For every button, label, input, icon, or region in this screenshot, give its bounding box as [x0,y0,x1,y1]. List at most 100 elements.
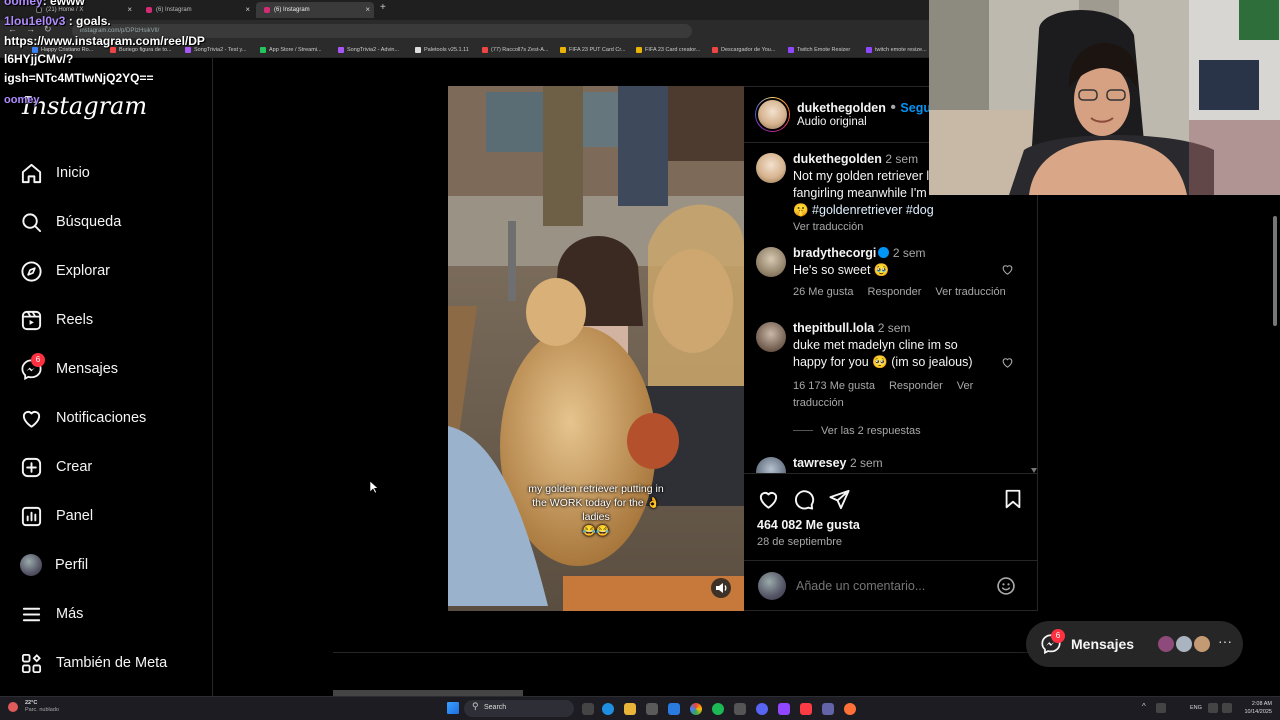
sidebar-item-crear[interactable]: Crear [20,453,200,481]
tab-label: (6) Instagram [156,7,192,13]
tab-instagram-active[interactable]: (6) Instagram × [256,2,374,18]
replies-divider [793,430,813,431]
avatar[interactable] [756,457,786,473]
share-icon[interactable] [828,488,851,511]
caption-hashtags[interactable]: 🤫 #goldenretriever #dog [793,202,1026,219]
sidebar-item-label: Explorar [56,263,110,279]
like-comment-icon[interactable] [1001,356,1014,369]
mail-icon[interactable] [668,703,680,715]
webcam-overlay [929,0,1280,195]
close-icon[interactable]: × [127,2,132,18]
bookmark-item[interactable]: Descargador de You... [712,44,775,56]
volume-icon[interactable] [1222,703,1232,713]
edge-icon[interactable] [602,703,614,715]
messages-pill[interactable]: 6 Mensajes ··· [1026,621,1243,667]
sidebar-item-perfil[interactable]: Perfil [20,551,200,579]
network-icon[interactable] [1208,703,1218,713]
sidebar-item-notificaciones[interactable]: Notificaciones [20,404,200,432]
avatar[interactable] [756,247,786,277]
language-indicator[interactable]: ENG [1190,705,1202,711]
reel-caption-line: the WORK today for the 👌 [532,497,660,509]
sidebar-item-panel[interactable]: Panel [20,502,200,530]
comment-likes[interactable]: 26 Me gusta [793,286,854,298]
sidebar-item-mas[interactable]: Más [20,600,200,628]
comment-likes[interactable]: 16 173 Me gusta [793,380,875,392]
sidebar-item-tambien-de-meta[interactable]: También de Meta [20,649,200,677]
mute-button[interactable] [711,578,731,598]
chrome-icon[interactable] [690,703,702,715]
smile-icon[interactable] [996,576,1016,596]
reel-caption-line: ladies [582,511,610,523]
view-replies-button[interactable]: Ver las 2 respuestas [793,423,1026,440]
bookmark-item[interactable]: (77) Raccoll7s Zest-A... [482,44,548,56]
save-icon[interactable] [1002,488,1024,510]
chart-icon [21,506,42,526]
more-icon: ··· [1218,633,1232,649]
post-header-title: dukethegolden • Seguir [797,99,939,117]
bookmark-item[interactable]: Twitch Emote Resizer [788,44,850,56]
sidebar-item-label: Perfil [55,557,89,573]
sidebar-item-explorar[interactable]: Explorar [20,257,200,285]
translate-link[interactable]: Ver traducción [793,219,1026,236]
tab-instagram-1[interactable]: (6) Instagram × [138,2,254,18]
avatar[interactable] [755,97,790,132]
like-icon[interactable] [757,488,780,511]
discord-icon[interactable] [756,703,768,715]
windows-start-icon[interactable] [447,702,459,714]
reel-video[interactable]: my golden retriever putting in the WORK … [448,86,744,611]
file-explorer-icon[interactable] [624,703,636,715]
avatar [20,554,42,576]
instagram-logo[interactable]: Instagram [22,92,147,120]
weather-widget[interactable]: 22°C Parc. nublado [25,700,59,714]
comment-username[interactable]: dukethegolden [793,152,882,166]
comment-username[interactable]: tawresey [793,456,847,470]
sidebar-item-label: Notificaciones [56,410,147,426]
music-icon[interactable] [800,703,812,715]
weather-icon [8,702,18,712]
sidebar-item-busqueda[interactable]: Búsqueda [20,208,200,236]
new-tab-button[interactable]: + [380,2,386,13]
sidebar-item-inicio[interactable]: Inicio [20,159,200,187]
audio-label[interactable]: Audio original [797,116,867,128]
sidebar-item-reels[interactable]: Reels [20,306,200,334]
chat-username: oomey [4,94,40,106]
reel-caption-line: 😂😂 [582,525,610,537]
translate-link[interactable]: Ver traducción [935,286,1005,298]
bookmark-item[interactable]: Paletools v25.1.11 [415,44,469,56]
author-username[interactable]: dukethegolden [797,101,886,115]
page-scrollbar[interactable] [1272,196,1278,696]
comment-username[interactable]: thepitbull.lola [793,321,874,335]
firefox-icon[interactable] [844,703,856,715]
bookmark-item[interactable]: FIFA 23 Card creator... [636,44,700,56]
likes-count[interactable]: 464 082 Me gusta [757,518,860,532]
scrollbar-thumb[interactable] [1273,216,1277,326]
comment-icon[interactable] [792,488,815,511]
bookmark-item[interactable]: SongTrivia2 - Advin... [338,44,399,56]
reply-button[interactable]: Responder [868,286,922,298]
store-icon[interactable] [646,703,658,715]
heart-icon [22,410,41,428]
sidebar-item-mensajes[interactable]: 6 Mensajes [20,353,200,383]
close-icon[interactable]: × [245,2,250,18]
spotify-icon[interactable] [712,703,724,715]
task-view-icon[interactable] [582,703,594,715]
bookmark-item[interactable]: FIFA 23 PUT Card Cr... [560,44,625,56]
teams-icon[interactable] [822,703,834,715]
clock[interactable]: 2:08 AM 10/14/2025 [1238,700,1272,716]
twitch-icon[interactable] [778,703,790,715]
reply-button[interactable]: Responder [889,380,943,392]
messages-pill-label: Mensajes [1071,636,1135,652]
like-comment-icon[interactable] [1001,263,1014,276]
comment-username[interactable]: bradythecorgi [793,246,876,260]
comment-input[interactable] [796,577,986,595]
chevron-up-icon[interactable]: ^ [1142,702,1146,711]
avatar[interactable] [756,153,786,183]
bookmark-item[interactable]: twitch emote resize... [866,44,927,56]
close-icon[interactable]: × [365,2,370,18]
taskbar-search[interactable]: ⚲ Search [464,700,574,717]
tray-icon[interactable] [1156,703,1166,713]
avatar[interactable] [756,322,786,352]
bookmark-item[interactable]: App Store / Streami... [260,44,322,56]
compass-icon [21,260,42,282]
settings-icon[interactable] [734,703,746,715]
